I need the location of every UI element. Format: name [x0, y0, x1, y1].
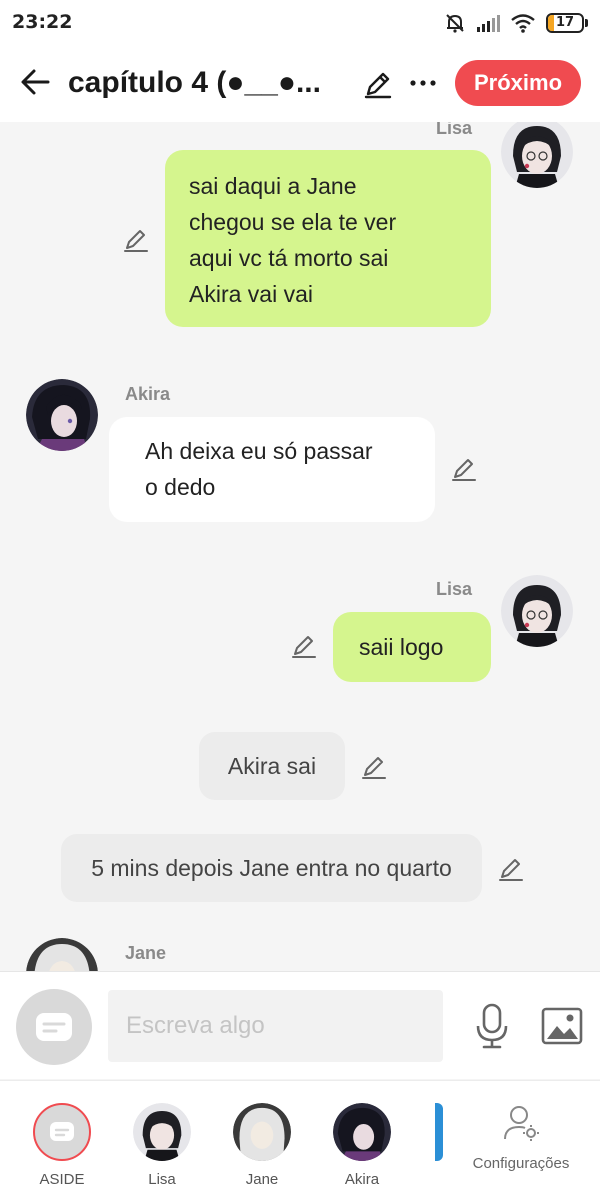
- narration-bubble[interactable]: Akira sai: [199, 732, 345, 800]
- message-line: chegou se ela te ver: [189, 209, 397, 235]
- narration-text: 5 mins depois Jane entra no quarto: [91, 855, 452, 881]
- character-aside[interactable]: ASIDE: [22, 1103, 102, 1193]
- akira-avatar-image: [333, 1103, 391, 1161]
- pencil-icon[interactable]: [122, 226, 150, 254]
- message-bubble-sent[interactable]: sai daqui a Jane chegou se ela te ver aq…: [165, 150, 491, 327]
- character-label: Jane: [245, 1171, 279, 1188]
- lisa-avatar-image: [501, 122, 573, 188]
- pencil-icon[interactable]: [290, 632, 318, 660]
- lisa-avatar-image: [501, 575, 573, 647]
- character-label: Akira: [344, 1171, 380, 1188]
- mute-bell-icon: [446, 14, 464, 33]
- back-arrow-icon[interactable]: [18, 64, 54, 100]
- narration-bubble[interactable]: 5 mins depois Jane entra no quarto: [61, 834, 482, 902]
- more-options-icon[interactable]: [406, 66, 440, 100]
- pencil-icon[interactable]: [362, 68, 394, 100]
- chat-bubble-icon: [36, 1013, 72, 1041]
- chapter-title: capítulo 4 (●__●...: [68, 66, 321, 99]
- message-line: aqui vc tá morto sai: [189, 245, 389, 271]
- sender-name: Lisa: [436, 579, 473, 599]
- status-icons: 17: [444, 10, 588, 36]
- message-input[interactable]: Escreva algo: [108, 990, 443, 1062]
- battery-icon: 17: [546, 13, 584, 33]
- microphone-icon[interactable]: [472, 1002, 512, 1050]
- akira-avatar: [333, 1103, 391, 1161]
- lisa-avatar: [133, 1103, 191, 1161]
- pencil-icon[interactable]: [360, 753, 388, 781]
- battery-level: 17: [555, 15, 575, 30]
- character-label: ASIDE: [39, 1171, 85, 1188]
- akira-avatar-image: [26, 379, 98, 451]
- chat-bubble-icon: [50, 1122, 74, 1141]
- aside-toggle-button[interactable]: [16, 989, 92, 1065]
- character-lisa[interactable]: Lisa: [122, 1103, 202, 1193]
- narration-text: Akira sai: [227, 753, 317, 779]
- message-input-bar: Escreva algo: [0, 971, 600, 1079]
- user-settings-icon: [504, 1106, 539, 1141]
- character-jane[interactable]: Jane: [222, 1103, 302, 1193]
- jane-avatar-image: [26, 938, 98, 971]
- avatar-akira[interactable]: [26, 379, 98, 451]
- sender-name: Jane: [125, 943, 167, 963]
- sender-name: Akira: [125, 384, 171, 404]
- settings-button[interactable]: Configurações: [466, 1103, 576, 1172]
- character-label: Lisa: [148, 1171, 176, 1188]
- lisa-avatar-image: [133, 1103, 191, 1161]
- status-bar: 23:22 17: [0, 0, 600, 46]
- chat-area[interactable]: Lisa sai daqui a Jane chegou se ela te v…: [0, 122, 600, 971]
- character-akira[interactable]: Akira: [322, 1103, 402, 1193]
- message-bubble-sent[interactable]: saii logo: [333, 612, 491, 682]
- pencil-icon[interactable]: [450, 455, 478, 483]
- message-bubble-received[interactable]: Ah deixa eu só passar o dedo: [109, 417, 435, 522]
- settings-label: Configurações: [472, 1155, 570, 1172]
- avatar-lisa[interactable]: [501, 575, 573, 647]
- character-bar: ASIDE Lisa Jane Akira Configurações: [0, 1080, 600, 1200]
- image-icon[interactable]: [540, 1006, 584, 1046]
- battery-tip: [585, 19, 588, 27]
- message-line: sai daqui a Jane: [189, 173, 357, 199]
- jane-avatar-image: [233, 1103, 291, 1161]
- partial-character-avatar[interactable]: [435, 1103, 443, 1161]
- message-line: Ah deixa eu só passar: [145, 438, 373, 464]
- pencil-icon[interactable]: [497, 855, 525, 883]
- status-time: 23:22: [12, 11, 73, 33]
- avatar-lisa[interactable]: [501, 122, 573, 188]
- aside-avatar: [33, 1103, 91, 1161]
- signal-icon: [477, 15, 500, 32]
- wifi-icon: [511, 14, 535, 33]
- sender-name: Lisa: [436, 122, 473, 138]
- message-line: Akira vai vai: [189, 281, 313, 307]
- message-line: o dedo: [145, 474, 216, 500]
- chapter-header: capítulo 4 (●__●... Próximo: [0, 46, 600, 122]
- avatar-jane[interactable]: [26, 938, 98, 971]
- next-chapter-button[interactable]: Próximo: [455, 60, 581, 106]
- message-line: saii logo: [359, 634, 444, 660]
- jane-avatar: [233, 1103, 291, 1161]
